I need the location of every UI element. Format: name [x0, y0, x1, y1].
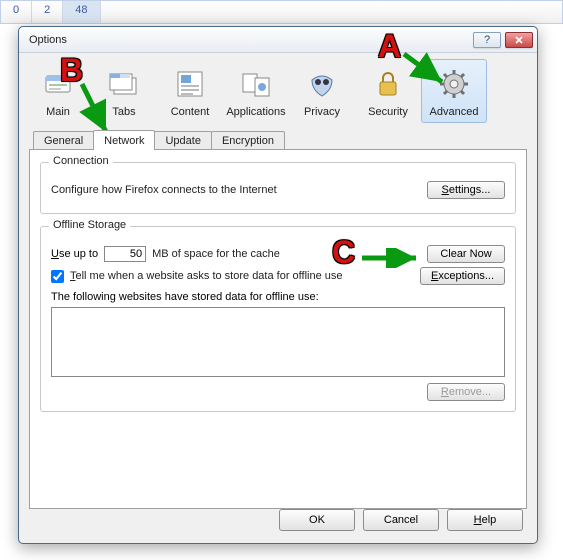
category-label: Applications — [226, 106, 285, 118]
tabs-icon — [108, 68, 140, 103]
storage-title: Offline Storage — [49, 219, 130, 231]
close-window-button[interactable] — [505, 32, 533, 48]
help-button[interactable]: Help — [447, 509, 523, 531]
tell-me-label: Tell me when a website asks to store dat… — [70, 270, 420, 282]
background-header: 0 2 48 — [0, 0, 563, 24]
category-advanced[interactable]: Advanced — [421, 59, 487, 123]
offline-sites-listbox[interactable] — [51, 307, 505, 377]
content-area: General Network Update Encryption Connec… — [29, 127, 527, 493]
category-label: Advanced — [430, 106, 479, 118]
offline-storage-group: Offline Storage Use up to MB of space fo… — [40, 226, 516, 412]
svg-text:?: ? — [484, 35, 490, 45]
following-label: The following websites have stored data … — [51, 291, 505, 303]
help-window-button[interactable]: ? — [473, 32, 501, 48]
privacy-icon — [306, 68, 338, 103]
connection-title: Connection — [49, 155, 113, 167]
gear-icon — [438, 68, 470, 103]
category-label: Tabs — [112, 106, 135, 118]
mb-label: MB of space for the cache — [152, 248, 427, 260]
category-content[interactable]: Content — [157, 59, 223, 123]
tab-network[interactable]: Network — [93, 130, 155, 150]
settings-button[interactable]: SSettings...ettings... — [427, 181, 505, 199]
ok-button[interactable]: OK — [279, 509, 355, 531]
connection-text: Configure how Firefox connects to the In… — [51, 184, 427, 196]
dialog-title: Options — [23, 34, 469, 46]
category-label: Content — [171, 106, 210, 118]
category-tabs[interactable]: Tabs — [91, 59, 157, 123]
applications-icon — [240, 68, 272, 103]
tab-encryption[interactable]: Encryption — [211, 131, 285, 150]
tell-me-checkbox[interactable] — [51, 270, 64, 283]
category-label: Security — [368, 106, 408, 118]
category-bar: Main Tabs Content Applications Privacy — [19, 53, 537, 123]
use-up-to-label: Use up to — [51, 248, 98, 260]
category-privacy[interactable]: Privacy — [289, 59, 355, 123]
network-panel: Connection Configure how Firefox connect… — [29, 149, 527, 509]
subtabs: General Network Update Encryption — [29, 127, 527, 149]
category-label: Privacy — [304, 106, 340, 118]
cache-size-input[interactable] — [104, 246, 146, 262]
main-icon — [42, 68, 74, 103]
dialog-buttons: OK Cancel Help — [279, 509, 523, 531]
clear-now-button[interactable]: Clear Now — [427, 245, 505, 263]
cancel-button[interactable]: Cancel — [363, 509, 439, 531]
bg-col-0: 0 — [1, 1, 32, 23]
category-label: Main — [46, 106, 70, 118]
content-icon — [174, 68, 206, 103]
category-main[interactable]: Main — [25, 59, 91, 123]
category-applications[interactable]: Applications — [223, 59, 289, 123]
titlebar: Options ? — [19, 27, 537, 53]
exceptions-button[interactable]: Exceptions... — [420, 267, 505, 285]
connection-group: Connection Configure how Firefox connect… — [40, 162, 516, 214]
security-icon — [372, 68, 404, 103]
category-security[interactable]: Security — [355, 59, 421, 123]
bg-col-1: 2 — [32, 1, 63, 23]
bg-col-2: 48 — [63, 1, 100, 23]
tab-update[interactable]: Update — [154, 131, 211, 150]
options-dialog: Options ? Main Tabs Content — [18, 26, 538, 544]
tab-general[interactable]: General — [33, 131, 94, 150]
remove-button: Remove... — [427, 383, 505, 401]
